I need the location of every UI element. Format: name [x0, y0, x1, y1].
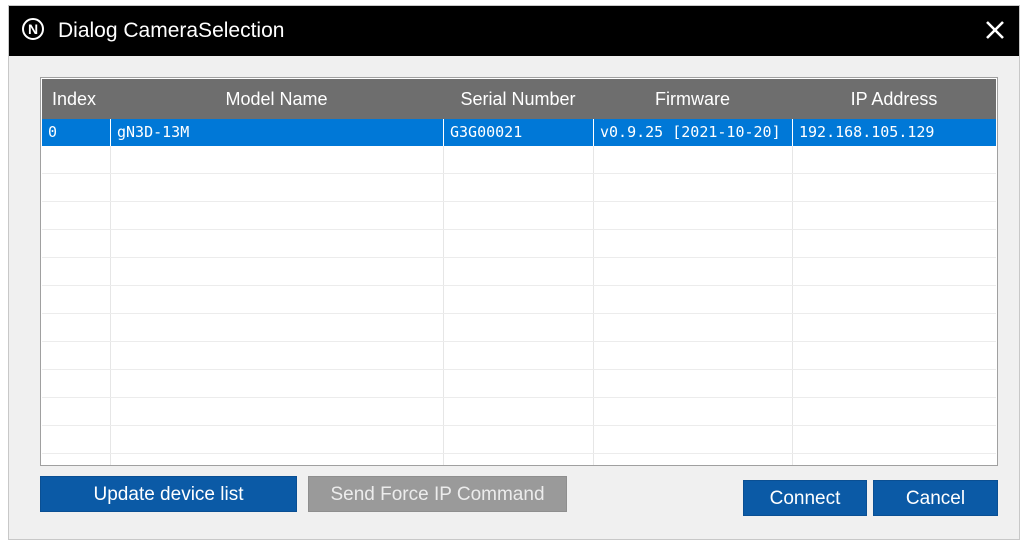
- update-device-list-button[interactable]: Update device list: [40, 476, 297, 512]
- empty-row[interactable]: [42, 343, 996, 370]
- cell-firmware: v0.9.25 [2021-10-20]: [600, 123, 781, 141]
- table-row[interactable]: 0 gN3D-13M G3G00021 v0.9.25 [2021-10-20]…: [42, 119, 996, 146]
- connect-button[interactable]: Connect: [743, 480, 867, 516]
- camera-table[interactable]: Index Model Name Serial Number Firmware …: [40, 77, 998, 466]
- camera-selection-dialog: N Dialog CameraSelection Index Model Nam…: [8, 5, 1020, 540]
- n-circle-icon: N: [22, 18, 44, 40]
- empty-row[interactable]: [42, 315, 996, 342]
- empty-row[interactable]: [42, 427, 996, 454]
- column-header-ip-address[interactable]: IP Address: [792, 79, 996, 119]
- column-header-serial-number[interactable]: Serial Number: [443, 79, 593, 119]
- empty-row[interactable]: [42, 399, 996, 426]
- cell-ip-address: 192.168.105.129: [799, 123, 935, 141]
- empty-row[interactable]: [42, 147, 996, 174]
- empty-row[interactable]: [42, 287, 996, 314]
- column-header-model-name[interactable]: Model Name: [110, 79, 443, 119]
- empty-row[interactable]: [42, 231, 996, 258]
- cancel-button[interactable]: Cancel: [873, 480, 998, 516]
- empty-row[interactable]: [42, 175, 996, 202]
- close-icon: [986, 21, 1004, 39]
- window-title: Dialog CameraSelection: [58, 19, 285, 42]
- column-header-index[interactable]: Index: [52, 79, 112, 119]
- empty-row[interactable]: [42, 371, 996, 398]
- close-button[interactable]: [981, 16, 1009, 44]
- table-header: Index Model Name Serial Number Firmware …: [42, 79, 996, 119]
- send-force-ip-command-button[interactable]: Send Force IP Command: [308, 476, 567, 512]
- column-header-firmware[interactable]: Firmware: [593, 79, 792, 119]
- cell-serial-number: G3G00021: [450, 123, 523, 141]
- empty-row[interactable]: [42, 203, 996, 230]
- empty-row[interactable]: [42, 259, 996, 286]
- cell-model-name: gN3D-13M: [117, 123, 190, 141]
- title-bar[interactable]: N Dialog CameraSelection: [9, 6, 1019, 56]
- cell-index: 0: [48, 123, 58, 141]
